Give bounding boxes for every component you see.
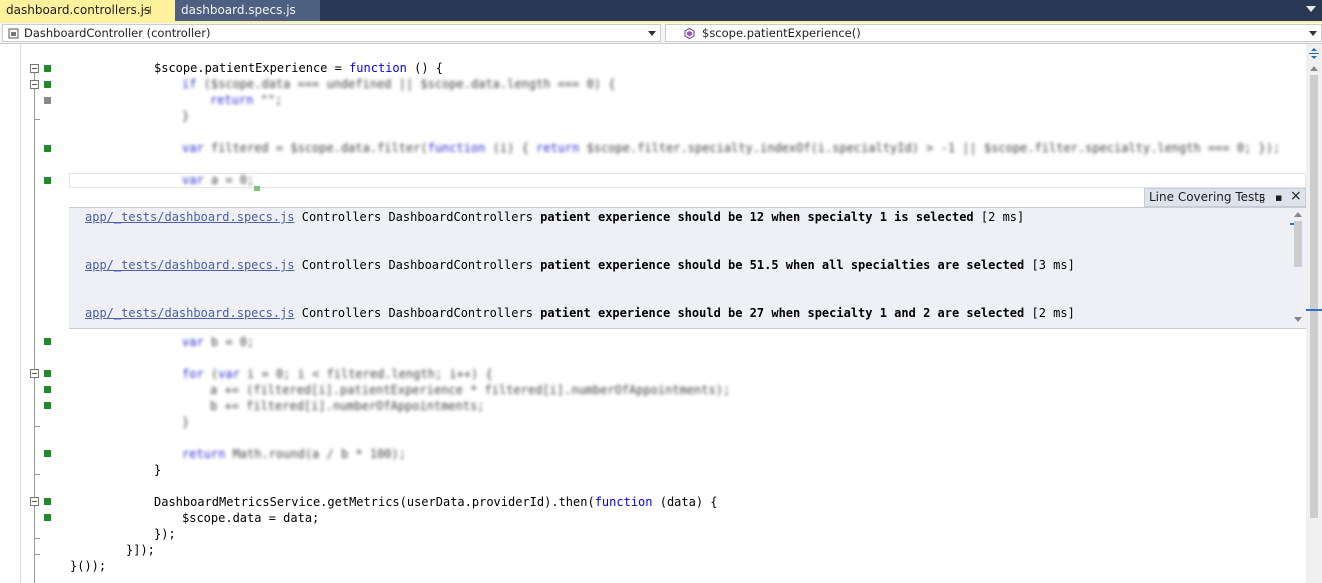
collapse-icon[interactable] (30, 64, 39, 73)
test-row: app/_tests/dashboard.specs.js Controller… (85, 209, 1024, 225)
test-suite: Controllers DashboardControllers (301, 306, 533, 320)
test-name: patient experience should be 12 when spe… (540, 210, 974, 224)
code-line-close-brace[interactable]: } (154, 462, 161, 478)
coverage-uncovered-marker (44, 97, 51, 104)
blurred-code-line: for (var i = 0; i < filtered.length; i++… (182, 367, 493, 381)
code-line-assign[interactable]: $scope.data = data; (182, 510, 319, 526)
coverage-covered-marker (44, 370, 51, 377)
test-file-link[interactable]: app/_tests/dashboard.specs.js (85, 306, 295, 320)
pin-icon[interactable]: ▪ (1275, 189, 1282, 206)
coverage-covered-marker (44, 65, 51, 72)
blurred-code-line: var b = 0; (182, 335, 255, 349)
panel-title: Line Covering Tests (1149, 190, 1266, 204)
blurred-code-line: a += (filtered[i].patientExperience * fi… (210, 383, 731, 397)
close-icon[interactable]: × (1290, 188, 1302, 205)
test-row: app/_tests/dashboard.specs.js Controller… (85, 305, 1075, 321)
blurred-code-line: var a = 0; (182, 173, 255, 187)
scroll-up-icon[interactable] (1310, 66, 1318, 71)
blurred-code-line: return Math.round(a / b * 100); (182, 447, 406, 461)
test-duration: [2 ms] (1031, 306, 1075, 320)
document-tab-bar: dashboard.controllers.js ⊣ dashboard.spe… (0, 0, 1322, 21)
pin-icon[interactable]: ⊣ (142, 0, 152, 21)
chevron-down-icon[interactable] (1306, 6, 1316, 12)
code-line-close-iife[interactable]: }()); (70, 558, 106, 574)
blurred-code-line: } (182, 415, 190, 429)
tab-label: dashboard.specs.js (181, 3, 296, 17)
test-duration: [2 ms] (980, 210, 1025, 224)
type-dropdown-value: DashboardController (controller) (24, 26, 211, 40)
chevron-down-icon (648, 31, 656, 36)
blurred-code-line: if ($scope.data === undefined || $scope.… (182, 77, 616, 91)
code-line-close-array[interactable]: }]); (126, 542, 155, 558)
outline-end (35, 538, 40, 539)
test-file-link[interactable]: app/_tests/dashboard.specs.js (85, 258, 295, 272)
scroll-thumb[interactable] (1310, 75, 1318, 518)
test-name: patient experience should be 27 when spe… (540, 306, 1025, 320)
coverage-covered-marker (44, 402, 51, 409)
outline-end (35, 119, 40, 120)
scroll-thumb[interactable] (1294, 221, 1302, 267)
code-text: $scope.patientExperience = (154, 61, 350, 75)
coverage-covered-marker (44, 514, 51, 521)
outline-end (35, 474, 40, 475)
blurred-code-line: b += filtered[i].numberOfAppointments; (210, 399, 485, 413)
tab-dashboard-controllers[interactable]: dashboard.controllers.js ⊣ (0, 0, 175, 21)
line-covering-tests-panel: app/_tests/dashboard.specs.js Controller… (69, 207, 1306, 329)
blurred-code-line: var filtered = $scope.data.filter(functi… (182, 141, 1281, 155)
scroll-down-icon[interactable] (1294, 317, 1302, 322)
collapse-icon[interactable] (30, 369, 39, 378)
outline-end (35, 426, 40, 427)
copy-icon[interactable]: ▯ (1259, 189, 1265, 206)
code-line-get-metrics[interactable]: DashboardMetricsService.getMetrics(userD… (154, 494, 718, 510)
code-line-close-paren[interactable]: }); (154, 526, 176, 542)
type-dropdown[interactable]: DashboardController (controller) (2, 24, 661, 42)
test-suite: Controllers DashboardControllers (301, 210, 533, 224)
class-icon (8, 28, 19, 39)
tab-dashboard-specs[interactable]: dashboard.specs.js (175, 0, 320, 21)
outline-end (35, 554, 40, 555)
coverage-covered-marker (44, 145, 51, 152)
scroll-up-icon[interactable] (1294, 212, 1302, 217)
code-text: (data) { (652, 495, 718, 509)
member-dropdown[interactable]: $scope.patientExperience() (665, 24, 1322, 42)
coverage-covered-marker (44, 338, 51, 345)
smart-tag-icon[interactable] (254, 186, 260, 191)
editor-vertical-scrollbar[interactable] (1306, 44, 1322, 583)
member-dropdown-value: $scope.patientExperience() (702, 26, 861, 40)
blurred-code-line: return ""; (210, 93, 283, 107)
coverage-covered-marker (44, 81, 51, 88)
test-suite: Controllers DashboardControllers (301, 258, 533, 272)
panel-scrollbar[interactable] (1289, 209, 1306, 325)
method-icon (684, 28, 695, 39)
coverage-covered-marker (44, 386, 51, 393)
code-text: DashboardMetricsService.getMetrics(userD… (154, 495, 595, 509)
margin-guide (20, 44, 21, 583)
code-keyword: function (594, 495, 653, 509)
coverage-covered-marker (44, 177, 51, 184)
collapse-icon[interactable] (30, 497, 39, 506)
coverage-covered-marker (44, 498, 51, 505)
test-row: app/_tests/dashboard.specs.js Controller… (85, 257, 1075, 273)
code-text: () { (406, 61, 443, 75)
navigation-bar: DashboardController (controller) $scope.… (0, 23, 1322, 44)
split-icon[interactable] (1308, 46, 1320, 60)
collapse-icon[interactable] (30, 80, 39, 89)
test-name: patient experience should be 51.5 when a… (540, 258, 1025, 272)
chevron-down-icon (1309, 31, 1317, 36)
blurred-code-line: } (182, 109, 190, 123)
code-keyword: function (349, 61, 407, 75)
coverage-covered-marker (44, 450, 51, 457)
line-covering-tests-header: Line Covering Tests ▯ ▪ × (1144, 188, 1306, 207)
code-line-function-header[interactable]: $scope.patientExperience = function () { (154, 60, 443, 76)
tab-label: dashboard.controllers.js (6, 3, 151, 17)
caret-position-marker (1306, 309, 1322, 311)
test-duration: [3 ms] (1031, 258, 1075, 272)
test-file-link[interactable]: app/_tests/dashboard.specs.js (85, 210, 295, 224)
